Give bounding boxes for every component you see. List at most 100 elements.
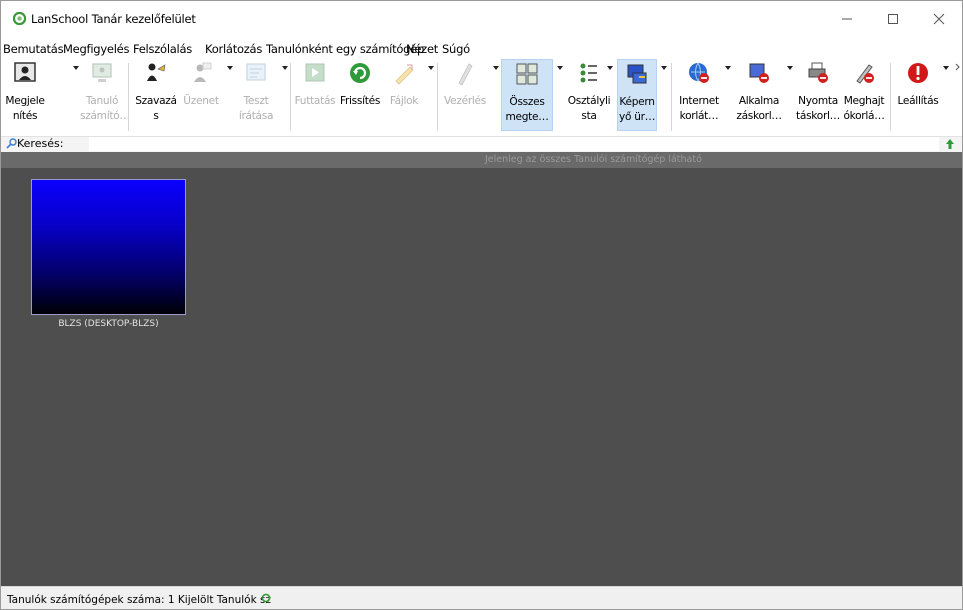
menu-item-megfigyeles[interactable]: Megfigyelés	[63, 42, 129, 56]
all-screens-button[interactable]: Összes megte…	[501, 59, 553, 131]
class-list-dropdown-arrow[interactable]	[607, 66, 613, 70]
student-pc-label-2: számító…	[80, 110, 130, 122]
test-icon	[246, 63, 266, 81]
app-limit-dropdown-arrow[interactable]	[787, 66, 793, 70]
drive-limit-label-1: Meghajt	[843, 95, 885, 107]
toolbar-separator	[437, 63, 438, 131]
presentation-label-1: Megjele	[5, 95, 45, 107]
internet-limit-button[interactable]: Internet korlát…	[675, 59, 723, 131]
vote-label-2: s	[153, 110, 159, 122]
toolbar-separator	[290, 63, 291, 131]
search-label: Keresés:	[17, 137, 64, 150]
blank-screen-button[interactable]: Képern yő ür…	[617, 59, 657, 131]
printer-limit-label-1: Nyomta	[798, 95, 838, 107]
status-bar: Tanulók számítógépek száma: 1 Kijelölt T…	[1, 586, 962, 609]
search-icon	[6, 138, 17, 149]
menu-item-sugo[interactable]: Súgó	[442, 42, 470, 56]
internet-limit-dropdown-arrow[interactable]	[725, 66, 731, 70]
refresh-button[interactable]: Frissítés	[336, 59, 384, 131]
message-label-1: Üzenet	[183, 95, 219, 107]
control-button[interactable]: Vezérlés	[441, 59, 489, 131]
search-input[interactable]	[89, 137, 939, 151]
arrow-up-icon[interactable]	[945, 138, 955, 150]
app-window: LanSchool Tanár kezelőfelület Bemutatás …	[0, 0, 963, 610]
internet-limit-icon	[689, 62, 709, 83]
blank-screen-label-1: Képern	[619, 96, 655, 108]
menu-item-bemutatas[interactable]: Bemutatás	[3, 42, 64, 56]
close-icon	[933, 13, 945, 25]
refresh-status-icon	[261, 593, 271, 603]
class-list-label-1: Osztályli	[567, 95, 611, 107]
files-button[interactable]: Fájlok	[384, 59, 424, 131]
toolbar: Megjele nítés Tanuló számító… Szavazá s	[1, 59, 962, 136]
close-button[interactable]	[916, 1, 962, 37]
student-pc-button[interactable]: Tanuló számító…	[80, 59, 130, 131]
shutdown-dropdown-arrow[interactable]	[943, 66, 949, 70]
message-dropdown-arrow[interactable]	[227, 66, 233, 70]
test-label-1: Teszt	[243, 95, 269, 107]
files-label-1: Fájlok	[389, 95, 419, 107]
test-button[interactable]: Teszt írátása	[234, 59, 278, 131]
all-screens-icon	[516, 63, 538, 85]
presentation-dropdown-arrow[interactable]	[73, 66, 79, 70]
vote-button[interactable]: Szavazá s	[133, 59, 179, 131]
menu-item-nezet[interactable]: Nézet	[406, 42, 438, 56]
presentation-button[interactable]: Megjele nítés	[3, 59, 47, 131]
menu-item-tanulonkent[interactable]: Tanulónként egy számítógép	[266, 42, 424, 56]
run-icon	[305, 63, 325, 82]
toolbar-separator	[890, 63, 891, 131]
run-label-1: Futtatás	[294, 95, 336, 107]
toolbar-overflow-icon[interactable]	[955, 63, 961, 71]
class-list-icon	[580, 63, 597, 83]
app-limit-label-2: záskorl…	[736, 110, 782, 122]
student-thumbnail[interactable]	[31, 179, 186, 315]
app-limit-label-1: Alkalma	[738, 95, 780, 107]
maximize-icon	[888, 14, 898, 24]
shutdown-icon	[908, 63, 928, 83]
all-screens-label-2: megte…	[505, 111, 549, 123]
blank-screen-icon	[627, 64, 647, 84]
drive-limit-icon	[856, 64, 874, 84]
printer-limit-icon	[808, 62, 828, 83]
message-button[interactable]: Üzenet	[179, 59, 223, 131]
class-list-button[interactable]: Osztályli sta	[565, 59, 613, 131]
student-name: BLZS (DESKTOP-BLZS)	[58, 319, 159, 329]
filter-text: Jelenleg az összes Tanulói számítógép lá…	[485, 154, 702, 165]
menu-bar: Bemutatás Megfigyelés Felszólalás Korlát…	[1, 39, 962, 59]
app-limit-icon	[749, 63, 769, 83]
drive-limit-button[interactable]: Meghajt ókorlá…	[841, 59, 887, 131]
presentation-icon	[14, 62, 36, 82]
printer-limit-button[interactable]: Nyomta táskorl…	[795, 59, 841, 131]
blank-screen-dropdown-arrow[interactable]	[661, 66, 667, 70]
minimize-button[interactable]	[824, 1, 870, 37]
control-dropdown-arrow[interactable]	[493, 66, 499, 70]
run-button[interactable]: Futtatás	[294, 59, 336, 131]
test-dropdown-arrow[interactable]	[282, 66, 288, 70]
files-dropdown-arrow[interactable]	[428, 66, 434, 70]
control-icon	[458, 63, 473, 86]
maximize-button[interactable]	[870, 1, 916, 37]
shutdown-label-1: Leállítás	[897, 95, 939, 107]
shutdown-button[interactable]: Leállítás	[894, 59, 942, 131]
toolbar-separator	[671, 63, 672, 131]
test-label-2: írátása	[238, 110, 274, 122]
presentation-label-2: nítés	[12, 110, 38, 122]
menu-item-felszolalas[interactable]: Felszólalás	[133, 42, 192, 56]
refresh-label-1: Frissítés	[339, 95, 381, 107]
message-icon	[194, 62, 212, 82]
vote-icon	[147, 63, 166, 81]
class-list-label-2: sta	[581, 110, 597, 122]
minimize-icon	[842, 18, 852, 20]
printer-limit-label-2: táskorl…	[796, 110, 840, 122]
blank-screen-label-2: yő ür…	[619, 111, 655, 123]
student-view-area: Jelenleg az összes Tanulói számítógép lá…	[1, 152, 962, 586]
search-bar: Keresés:	[1, 136, 962, 152]
app-limit-button[interactable]: Alkalma záskorl…	[735, 59, 783, 131]
menu-item-korlatozas[interactable]: Korlátozás	[205, 42, 262, 56]
all-screens-dropdown-arrow[interactable]	[557, 66, 563, 70]
window-title: LanSchool Tanár kezelőfelület	[31, 12, 196, 26]
title-bar: LanSchool Tanár kezelőfelület	[1, 1, 962, 37]
toolbar-separator	[128, 63, 129, 131]
drive-limit-label-2: ókorlá…	[843, 110, 885, 122]
internet-limit-label-1: Internet	[679, 95, 719, 107]
